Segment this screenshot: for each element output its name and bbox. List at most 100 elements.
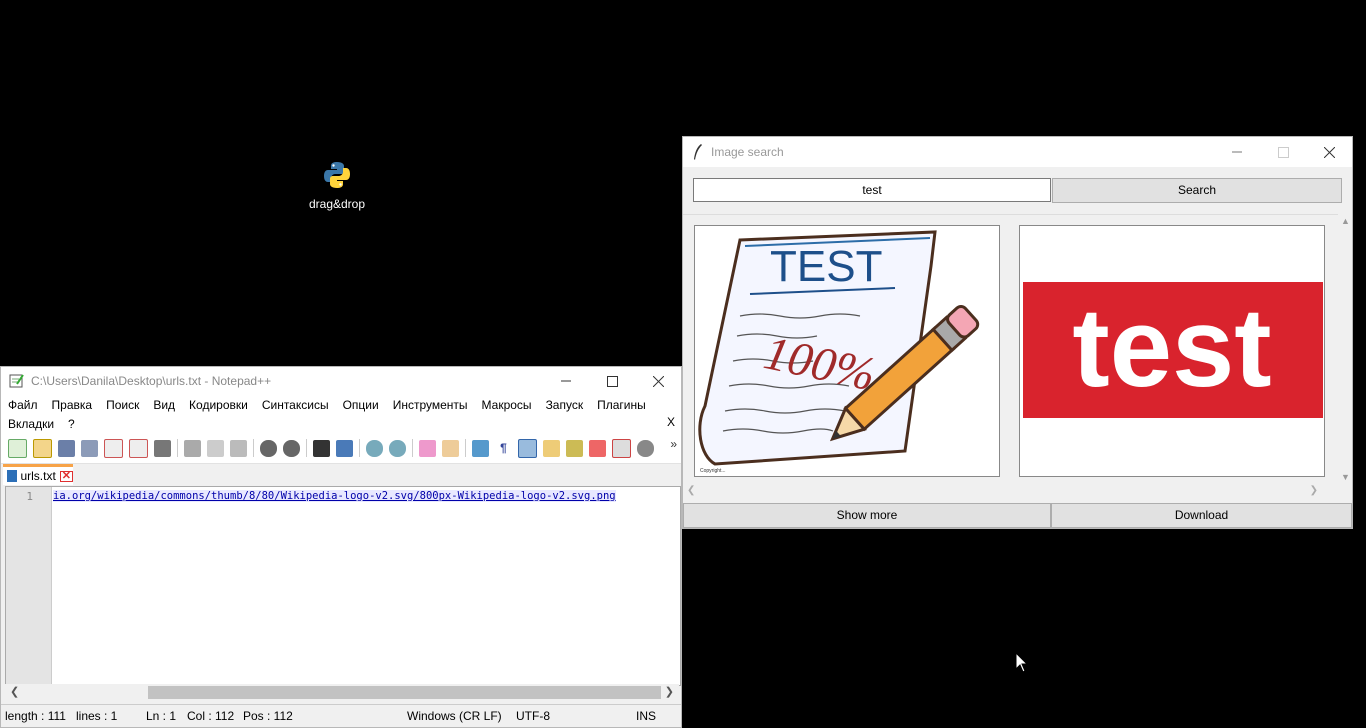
vertical-scrollbar[interactable]: ▲ ▼ (1338, 214, 1352, 484)
redo-icon[interactable] (283, 439, 300, 457)
image-search-window: Image search test Search TEST 100% Copyr… (682, 136, 1353, 529)
close-button[interactable] (635, 367, 681, 395)
show-more-button[interactable]: Show more (683, 503, 1051, 528)
close-document-x[interactable]: X (667, 415, 675, 429)
menu-item-row1-9[interactable]: Запуск (546, 398, 584, 412)
python-icon (324, 162, 350, 188)
status-eol[interactable]: Windows (CR LF) (407, 709, 502, 723)
menu-item-row1-2[interactable]: Поиск (106, 398, 139, 412)
cut-icon[interactable] (184, 439, 201, 457)
find-icon[interactable] (313, 439, 330, 457)
close-icon (1323, 146, 1335, 158)
toolbar-separator (412, 439, 413, 457)
undo-icon[interactable] (260, 439, 277, 457)
status-ln: Ln : 1 (146, 709, 177, 723)
scroll-right-icon[interactable]: ❯ (1310, 485, 1318, 496)
search-input[interactable]: test (693, 178, 1051, 202)
menu-item-row1-10[interactable]: Плагины (597, 398, 646, 412)
line-number-gutter: 1 (6, 487, 52, 685)
window-title: C:\Users\Danila\Desktop\urls.txt - Notep… (31, 374, 272, 388)
status-insert-mode[interactable]: INS (636, 709, 656, 723)
monitoring-eye-icon[interactable] (637, 439, 654, 457)
indent-guide-icon[interactable] (518, 438, 537, 458)
menu-item-row2-1[interactable]: ? (68, 417, 75, 431)
close-file-icon[interactable] (104, 438, 123, 458)
copy-icon[interactable] (207, 439, 224, 457)
scroll-down-icon[interactable]: ▼ (1341, 472, 1350, 482)
scroll-up-icon[interactable]: ▲ (1341, 216, 1350, 226)
tab-urls-txt[interactable]: urls.txt ✕ (3, 464, 73, 485)
result-image-2[interactable]: test (1019, 225, 1325, 477)
text-editor[interactable]: 1 ia.org/wikipedia/commons/thumb/8/80/Wi… (5, 486, 681, 686)
menu-item-row1-7[interactable]: Инструменты (393, 398, 468, 412)
menu-item-row1-4[interactable]: Кодировки (189, 398, 248, 412)
horizontal-scrollbar[interactable]: ❮ ❯ (5, 684, 679, 701)
results-canvas[interactable]: TEST 100% Copyright... test (683, 214, 1338, 483)
status-col: Col : 112 (187, 709, 235, 723)
menu-item-row1-8[interactable]: Макросы (482, 398, 532, 412)
toolbar-separator (306, 439, 307, 457)
desktop-icon-label: drag&drop (308, 197, 366, 211)
open-file-icon[interactable] (33, 438, 52, 458)
window-title: Image search (711, 145, 784, 159)
menu-item-row1-5[interactable]: Синтаксисы (262, 398, 329, 412)
desktop-shortcut-drag-drop[interactable]: drag&drop (300, 160, 374, 211)
scroll-left-icon[interactable]: ❮ (10, 685, 19, 698)
test-paper-pencil-illustration: TEST 100% Copyright... (698, 230, 980, 474)
menu-item-row1-0[interactable]: Файл (8, 398, 38, 412)
zoom-out-icon[interactable] (389, 439, 406, 457)
paste-icon[interactable] (230, 439, 247, 457)
maximize-button[interactable] (589, 367, 635, 395)
toolbar-overflow-chevron-icon[interactable]: » (670, 437, 677, 451)
save-all-icon[interactable] (81, 439, 98, 457)
editor-line[interactable]: ia.org/wikipedia/commons/thumb/8/80/Wiki… (53, 490, 616, 502)
function-list-icon[interactable] (566, 439, 583, 457)
replace-icon[interactable] (336, 439, 353, 457)
tab-close-icon[interactable]: ✕ (59, 470, 73, 482)
menu-item-row1-6[interactable]: Опции (343, 398, 379, 412)
image-search-titlebar[interactable]: Image search (683, 137, 1352, 167)
toolbar-separator (465, 439, 466, 457)
word-wrap-icon[interactable] (472, 439, 489, 457)
status-pos: Pos : 112 (243, 709, 293, 723)
toolbar: ¶ » (1, 433, 681, 464)
horizontal-scrollbar[interactable]: ❮ ❯ (683, 485, 1338, 499)
notepad-app-icon (9, 374, 24, 388)
result-image-1[interactable]: TEST 100% Copyright... (694, 225, 1000, 477)
feather-icon (694, 144, 702, 160)
notepad-plus-plus-window: C:\Users\Danila\Desktop\urls.txt - Notep… (0, 366, 682, 728)
scroll-right-icon[interactable]: ❯ (665, 685, 674, 698)
download-button[interactable]: Download (1051, 503, 1352, 528)
line-number: 1 (26, 490, 33, 503)
notepad-titlebar[interactable]: C:\Users\Danila\Desktop\urls.txt - Notep… (1, 367, 681, 395)
doc-map-icon[interactable] (543, 439, 560, 457)
menu-item-row2-0[interactable]: Вкладки (8, 417, 54, 431)
print-icon[interactable] (154, 439, 171, 457)
close-all-icon[interactable] (129, 438, 148, 458)
macro-record-icon[interactable] (589, 439, 606, 457)
show-all-chars-icon[interactable]: ¶ (495, 439, 512, 457)
macro-stop-icon[interactable] (612, 438, 631, 458)
svg-text:Copyright...: Copyright... (700, 468, 726, 474)
search-button[interactable]: Search (1052, 178, 1342, 203)
menu-item-row1-3[interactable]: Вид (153, 398, 175, 412)
close-icon (652, 375, 664, 387)
status-bar: length : 111 lines : 1 Ln : 1 Col : 112 … (1, 704, 681, 727)
banner-text: test (1072, 285, 1271, 410)
toolbar-separator (253, 439, 254, 457)
minimize-icon (561, 380, 571, 382)
zoom-in-icon[interactable] (366, 439, 383, 457)
minimize-button[interactable] (1214, 137, 1260, 167)
sync-horizontal-icon[interactable] (442, 439, 459, 457)
scroll-left-icon[interactable]: ❮ (687, 485, 695, 496)
scrollbar-thumb[interactable] (148, 686, 661, 699)
close-button[interactable] (1306, 137, 1352, 167)
menu-item-row1-1[interactable]: Правка (52, 398, 93, 412)
status-encoding[interactable]: UTF-8 (516, 709, 550, 723)
file-icon (7, 470, 18, 482)
sync-vertical-icon[interactable] (419, 439, 436, 457)
new-file-icon[interactable] (8, 438, 27, 458)
save-icon[interactable] (58, 439, 75, 457)
minimize-button[interactable] (543, 367, 589, 395)
status-lines: lines : 1 (76, 709, 118, 723)
